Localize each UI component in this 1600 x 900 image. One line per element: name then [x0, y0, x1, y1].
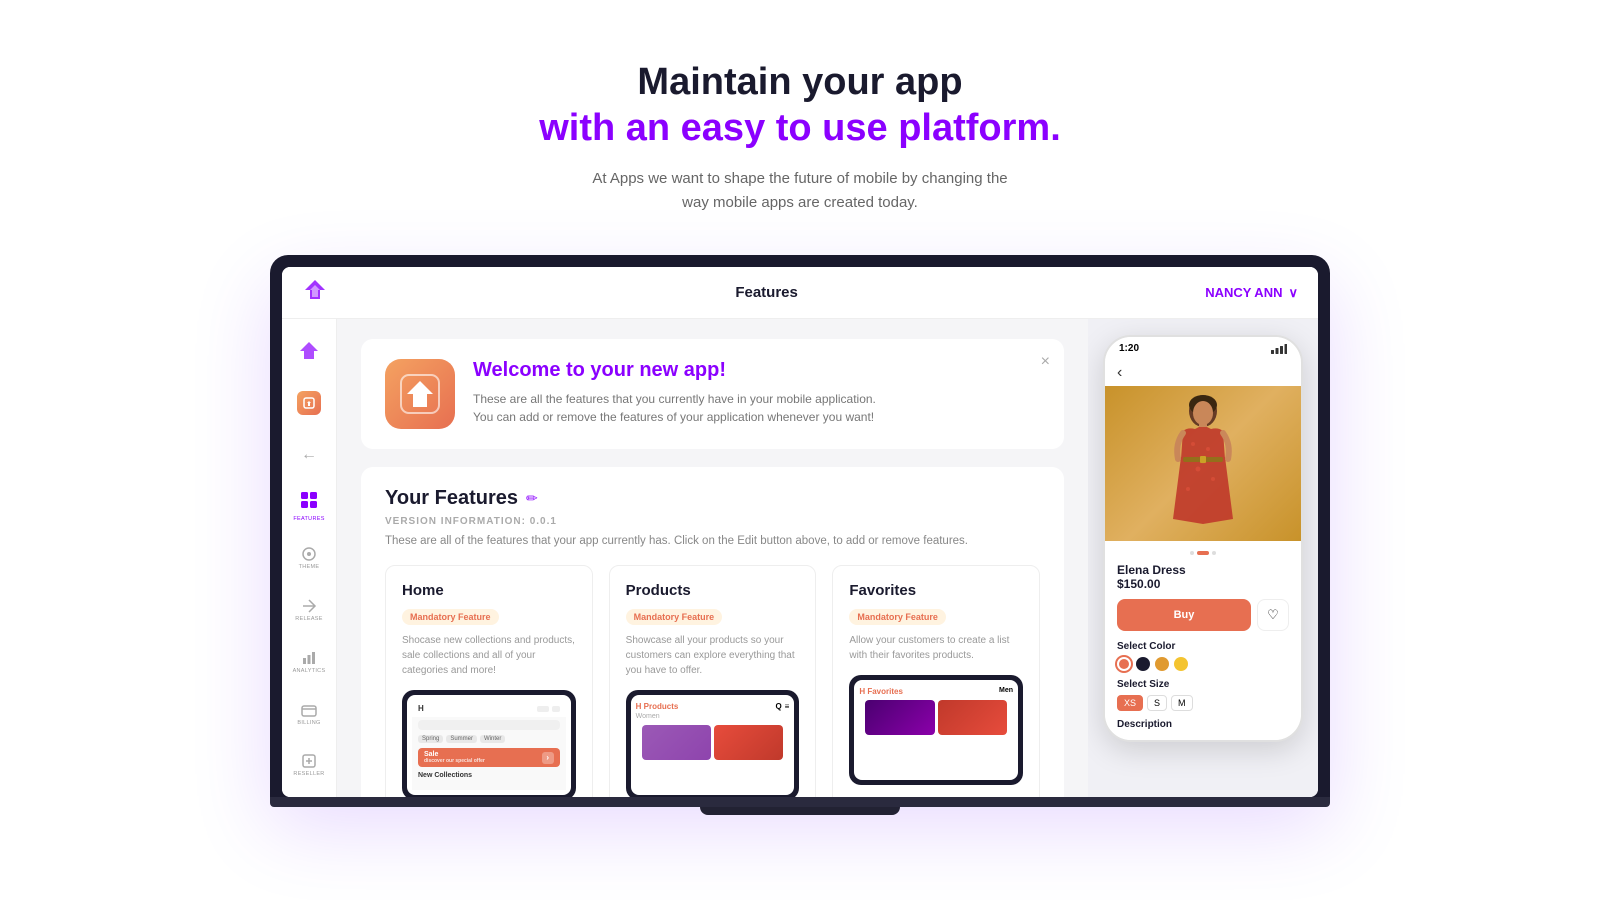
hero-title-dark: Maintain your app — [0, 60, 1600, 106]
hero-section: Maintain your app with an easy to use pl… — [0, 0, 1600, 255]
favorites-phone-screen: H Favorites Men — [854, 680, 1018, 780]
product-image-dots — [1117, 551, 1289, 555]
features-section: Your Features ✏ VERSION INFORMATION: 0.0… — [361, 467, 1064, 797]
color-orange[interactable] — [1155, 657, 1169, 671]
feature-card-home-title: Home — [402, 582, 576, 599]
phone-back-button[interactable]: ‹ — [1105, 360, 1301, 386]
color-yellow[interactable] — [1174, 657, 1188, 671]
hero-title-purple: with an easy to use platform. — [0, 106, 1600, 152]
color-options — [1117, 657, 1289, 671]
feature-card-products-desc: Showcase all your products so your custo… — [626, 633, 800, 678]
home-phone-preview: H S — [402, 690, 576, 797]
size-options: XS S M — [1117, 695, 1289, 711]
app-header: Features NANCY ANN ∨ — [282, 267, 1318, 319]
dot-3 — [1212, 551, 1216, 555]
laptop-screen: Features NANCY ANN ∨ — [282, 267, 1318, 797]
buy-button[interactable]: Buy — [1117, 599, 1251, 631]
feature-cards: Home Mandatory Feature Shocase new colle… — [385, 565, 1040, 797]
size-s[interactable]: S — [1147, 695, 1167, 711]
product-price: $150.00 — [1117, 577, 1289, 591]
edit-icon[interactable]: ✏ — [526, 490, 538, 507]
right-panel: 1:20 ‹ — [1088, 319, 1318, 797]
feature-card-products-title: Products — [626, 582, 800, 599]
mandatory-badge-products: Mandatory Feature — [626, 609, 723, 625]
sidebar-item-release[interactable]: RELEASE — [291, 594, 327, 626]
phone-status-bar: 1:20 — [1105, 337, 1301, 360]
dot-1 — [1190, 551, 1194, 555]
welcome-heading: Welcome to your new app! — [473, 359, 893, 382]
sidebar-item-reseller[interactable]: RESELLER — [291, 749, 327, 781]
product-image — [1105, 386, 1301, 541]
size-xs[interactable]: XS — [1117, 695, 1143, 711]
sidebar-item-features[interactable]: FEATURES — [291, 491, 327, 523]
features-description: These are all of the features that your … — [385, 535, 1040, 547]
products-phone-screen: H Products Q≡ Women — [631, 695, 795, 795]
sidebar-item-app-icon[interactable] — [291, 387, 327, 419]
mandatory-badge-home: Mandatory Feature — [402, 609, 499, 625]
sidebar-item-billing[interactable]: BILLING — [291, 698, 327, 730]
laptop-stand — [700, 807, 900, 815]
product-actions: Buy ♡ — [1117, 599, 1289, 631]
features-header: Your Features ✏ — [385, 487, 1040, 510]
app-body: ← FEATURES — [282, 319, 1318, 797]
dot-2 — [1197, 551, 1209, 555]
version-info: VERSION INFORMATION: 0.0.1 — [385, 516, 1040, 527]
description-label: Description — [1117, 719, 1289, 730]
hero-subtitle: At Apps we want to shape the future of m… — [0, 167, 1600, 215]
mandatory-badge-favorites: Mandatory Feature — [849, 609, 946, 625]
color-black[interactable] — [1136, 657, 1150, 671]
main-content: Welcome to your new app! These are all t… — [337, 319, 1088, 797]
back-icon: ‹ — [1117, 364, 1122, 381]
sidebar-item-back[interactable]: ← — [291, 439, 327, 471]
select-color-label: Select Color — [1117, 641, 1289, 652]
feature-card-favorites: Favorites Mandatory Feature Allow your c… — [832, 565, 1040, 797]
close-button[interactable]: × — [1041, 353, 1050, 371]
sidebar-features-label: FEATURES — [293, 516, 324, 522]
sidebar-item-logo — [291, 335, 327, 367]
product-image-area — [1105, 386, 1301, 541]
feature-card-favorites-title: Favorites — [849, 582, 1023, 599]
phone-mockup: 1:20 ‹ — [1103, 335, 1303, 742]
phone-time: 1:20 — [1119, 343, 1139, 354]
feature-card-favorites-desc: Allow your customers to create a list wi… — [849, 633, 1023, 663]
laptop-mockup: Features NANCY ANN ∨ — [270, 255, 1330, 815]
heart-icon: ♡ — [1267, 607, 1279, 623]
laptop-outer: Features NANCY ANN ∨ — [270, 255, 1330, 797]
heart-button[interactable]: ♡ — [1257, 599, 1289, 631]
chevron-down-icon: ∨ — [1288, 285, 1298, 301]
size-m[interactable]: M — [1171, 695, 1193, 711]
sidebar-item-analytics[interactable]: ANALYTICS — [291, 646, 327, 678]
phone-product-info: Elena Dress $150.00 Buy ♡ Select Color — [1105, 541, 1301, 740]
products-phone-preview: H Products Q≡ Women — [626, 690, 800, 797]
feature-card-products: Products Mandatory Feature Showcase all … — [609, 565, 817, 797]
welcome-text: Welcome to your new app! These are all t… — [473, 359, 893, 426]
feature-card-home: Home Mandatory Feature Shocase new colle… — [385, 565, 593, 797]
select-size-label: Select Size — [1117, 679, 1289, 690]
app-logo — [302, 277, 328, 308]
welcome-description: These are all the features that you curr… — [473, 390, 893, 426]
welcome-app-icon — [385, 359, 455, 429]
product-name: Elena Dress — [1117, 563, 1289, 577]
phone-signal — [1271, 344, 1287, 354]
app-header-title: Features — [735, 284, 798, 301]
color-red[interactable] — [1117, 657, 1131, 671]
laptop-base — [270, 797, 1330, 807]
sidebar: ← FEATURES — [282, 319, 337, 797]
home-phone-screen: H S — [407, 695, 571, 795]
feature-card-home-desc: Shocase new collections and products, sa… — [402, 633, 576, 678]
favorites-phone-preview: H Favorites Men — [849, 675, 1023, 785]
features-title: Your Features — [385, 487, 518, 510]
sidebar-item-theme[interactable]: THEME — [291, 542, 327, 574]
welcome-card: Welcome to your new app! These are all t… — [361, 339, 1064, 449]
app-user[interactable]: NANCY ANN ∨ — [1205, 285, 1298, 301]
